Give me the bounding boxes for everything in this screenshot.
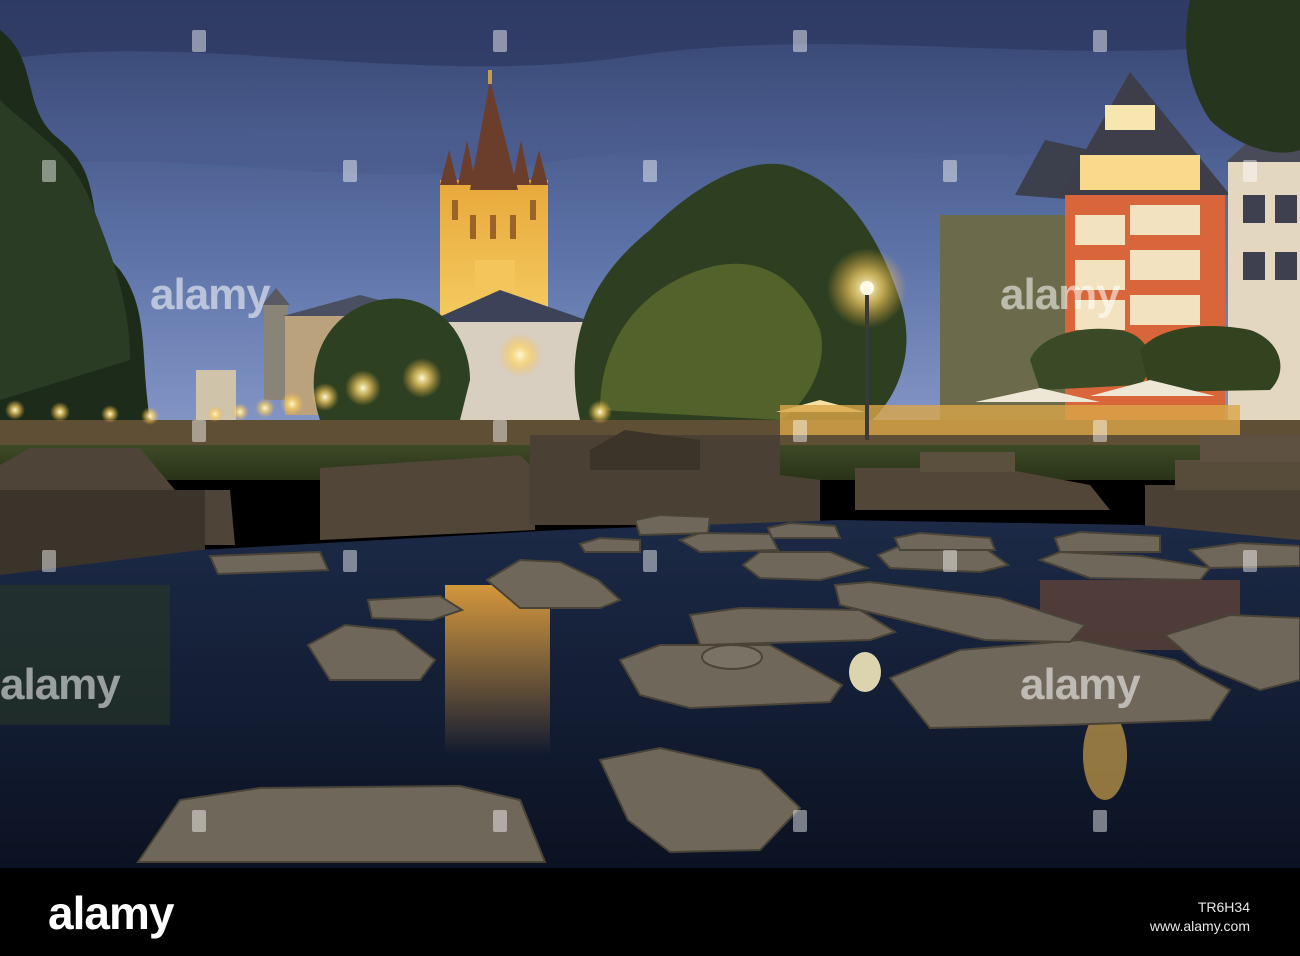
- watermark-overlay-text: alamy: [1000, 270, 1121, 319]
- tree-right-small: [1140, 326, 1281, 392]
- watermark-overlay-text: alamy: [0, 660, 121, 709]
- watermark-overlay-text: alamy: [150, 270, 271, 319]
- alamy-logo: alamy: [48, 887, 174, 939]
- lamp-reflection: [849, 652, 881, 692]
- site-url: www.alamy.com: [1149, 918, 1250, 934]
- photo-frame: alamy alamy alamy alamy alamy TR6H34 www…: [0, 0, 1300, 956]
- night-cityscape-photo: [0, 0, 1300, 868]
- image-id: TR6H34: [1197, 899, 1250, 915]
- watermark-footer: [0, 868, 1300, 956]
- cafe-terrace-lit: [780, 405, 1240, 435]
- watermark-overlay-text: alamy: [1020, 660, 1141, 709]
- stone-carving: [701, 644, 763, 670]
